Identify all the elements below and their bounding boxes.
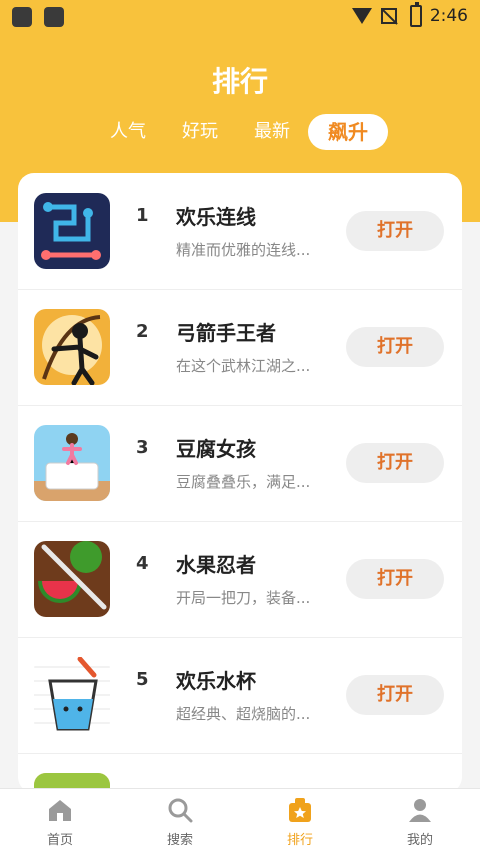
rank-number: 1 <box>136 205 149 226</box>
rank-number: 4 <box>136 553 149 574</box>
nav-label: 我的 <box>406 833 433 848</box>
nav-profile[interactable]: 我的 <box>360 789 480 853</box>
open-button[interactable]: 打开 <box>346 559 444 599</box>
list-item[interactable]: 3 豆腐女孩 豆腐叠叠乐，满足... 打开 <box>18 405 462 522</box>
water-cup-icon <box>34 657 110 733</box>
notification-icon <box>12 7 32 27</box>
status-time: 2:46 <box>429 6 468 26</box>
list-item[interactable]: 5 欢乐水杯 超经典、超烧脑的... 打开 <box>18 637 462 754</box>
game-description: 精准而优雅的连线... <box>176 241 311 259</box>
notification-icon <box>44 7 64 27</box>
game-name: 欢乐水杯 <box>176 669 256 693</box>
game-description: 开局一把刀，装备... <box>176 589 311 607</box>
ranking-icon <box>287 797 313 823</box>
nav-label: 搜索 <box>166 833 193 848</box>
profile-icon <box>407 797 433 823</box>
battery-icon <box>410 2 422 27</box>
open-button[interactable]: 打开 <box>346 327 444 367</box>
open-button[interactable]: 打开 <box>346 211 444 251</box>
tab-popular[interactable]: 人气 <box>108 114 148 150</box>
archer-icon <box>34 309 110 385</box>
tab-fun[interactable]: 好玩 <box>180 114 220 150</box>
page-title: 排行 <box>211 65 268 98</box>
nav-ranking[interactable]: 排行 <box>240 789 360 853</box>
rank-number: 3 <box>136 437 149 458</box>
list-item[interactable]: 2 弓箭手王者 在这个武林江湖之... 打开 <box>18 289 462 406</box>
tab-rising[interactable]: 飙升 <box>308 114 388 150</box>
nav-label: 首页 <box>46 833 73 848</box>
list-item[interactable]: 4 水果忍者 开局一把刀，装备... 打开 <box>18 521 462 638</box>
game-description: 在这个武林江湖之... <box>176 357 311 375</box>
bottom-navigation: 首页 搜索 排行 我的 <box>0 788 480 853</box>
tofu-girl-icon <box>34 425 110 501</box>
game-name: 欢乐连线 <box>176 205 256 229</box>
rank-number: 2 <box>136 321 149 342</box>
tab-newest[interactable]: 最新 <box>252 114 292 150</box>
nav-search[interactable]: 搜索 <box>120 789 240 853</box>
line-puzzle-icon <box>34 193 110 269</box>
game-name: 豆腐女孩 <box>176 437 256 461</box>
nav-label: 排行 <box>286 833 313 848</box>
wifi-icon <box>352 8 372 24</box>
ranking-list: 1 欢乐连线 精准而优雅的连线... 打开 2 弓箭手王者 在这个武林江湖之..… <box>18 173 462 793</box>
ranking-tabs: 人气 好玩 最新 飙升 <box>0 114 480 154</box>
list-item[interactable] <box>18 753 462 793</box>
search-icon <box>167 797 193 823</box>
fruit-ninja-icon <box>34 541 110 617</box>
nav-home[interactable]: 首页 <box>0 789 120 853</box>
list-item[interactable]: 1 欢乐连线 精准而优雅的连线... 打开 <box>18 173 462 290</box>
game-name: 弓箭手王者 <box>176 321 276 345</box>
game-description: 豆腐叠叠乐，满足... <box>176 473 311 491</box>
home-icon <box>47 797 73 823</box>
status-bar: 2:46 <box>0 0 480 34</box>
game-description: 超经典、超烧脑的... <box>176 705 311 723</box>
no-signal-icon <box>381 8 397 24</box>
game-name: 水果忍者 <box>176 553 256 577</box>
open-button[interactable]: 打开 <box>346 443 444 483</box>
open-button[interactable]: 打开 <box>346 675 444 715</box>
rank-number: 5 <box>136 669 149 690</box>
